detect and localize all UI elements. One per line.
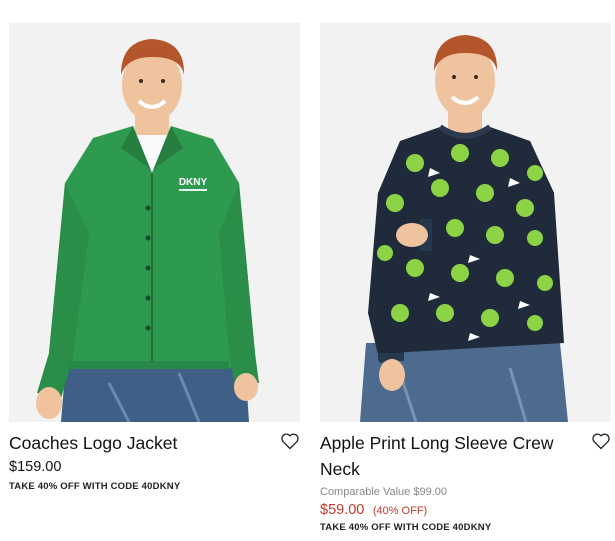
- sale-price-row: $59.00 (40% OFF): [320, 501, 427, 519]
- product-price: $159.00: [9, 459, 62, 475]
- promo-text: TAKE 40% OFF WITH CODE 40DKNY: [9, 481, 181, 492]
- product-title[interactable]: Coaches Logo Jacket: [9, 430, 271, 456]
- heart-outline-icon[interactable]: [280, 431, 300, 451]
- brand-logo: DKNY: [179, 177, 208, 188]
- comparable-value: Comparable Value $99.00: [320, 486, 447, 498]
- promo-text: TAKE 40% OFF WITH CODE 40DKNY: [320, 522, 492, 533]
- discount-badge: (40% OFF): [372, 505, 428, 517]
- sale-price: $59.00: [320, 502, 365, 518]
- product-title[interactable]: Apple Print Long Sleeve Crew Neck: [320, 430, 582, 482]
- product-image[interactable]: [320, 23, 611, 422]
- product-image[interactable]: DKNY: [9, 23, 300, 422]
- heart-outline-icon[interactable]: [591, 431, 611, 451]
